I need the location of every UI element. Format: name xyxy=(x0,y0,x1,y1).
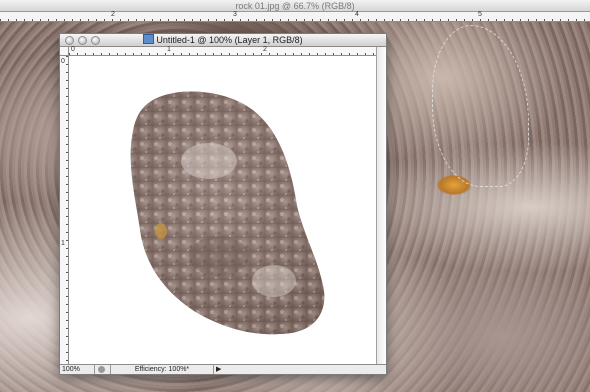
background-window-title: rock 01.jpg @ 66.7% (RGB/8) xyxy=(235,1,355,11)
document-horizontal-ruler[interactable]: 0 1 2 xyxy=(69,46,376,56)
document-title-wrap: Untitled-1 @ 100% (Layer 1, RGB/8) xyxy=(60,34,386,47)
ruler-number: 4 xyxy=(355,11,359,18)
status-icon[interactable] xyxy=(98,366,105,373)
ruler-number: 5 xyxy=(478,11,482,18)
document-window[interactable]: Untitled-1 @ 100% (Layer 1, RGB/8) 0 1 2… xyxy=(59,33,387,375)
document-icon xyxy=(143,34,155,44)
ruler-number: 2 xyxy=(111,11,115,18)
document-titlebar[interactable]: Untitled-1 @ 100% (Layer 1, RGB/8) xyxy=(60,34,386,47)
document-canvas[interactable] xyxy=(69,56,376,367)
ruler-number: 0 xyxy=(61,58,65,65)
document-vertical-ruler[interactable]: 0 1 xyxy=(60,56,69,367)
ruler-number: 1 xyxy=(167,46,171,53)
vertical-scrollbar[interactable] xyxy=(376,47,386,367)
ruler-number: 2 xyxy=(263,46,267,53)
ruler-number: 1 xyxy=(61,240,65,247)
arrow-right-icon[interactable]: ▶ xyxy=(216,365,221,374)
ruler-number: 3 xyxy=(233,11,237,18)
background-horizontal-ruler[interactable]: 2 3 4 5 xyxy=(0,11,590,22)
status-bar: 100% Efficiency: 100%* ▶ xyxy=(60,364,386,374)
document-title: Untitled-1 @ 100% (Layer 1, RGB/8) xyxy=(156,35,303,45)
ruler-number: 0 xyxy=(71,46,75,53)
ruler-origin[interactable] xyxy=(60,47,69,56)
status-info: Efficiency: 100%* xyxy=(110,365,214,374)
zoom-level-field[interactable]: 100% xyxy=(62,365,95,374)
background-window-titlebar[interactable]: rock 01.jpg @ 66.7% (RGB/8) xyxy=(0,0,590,12)
rock-layer xyxy=(130,91,325,335)
